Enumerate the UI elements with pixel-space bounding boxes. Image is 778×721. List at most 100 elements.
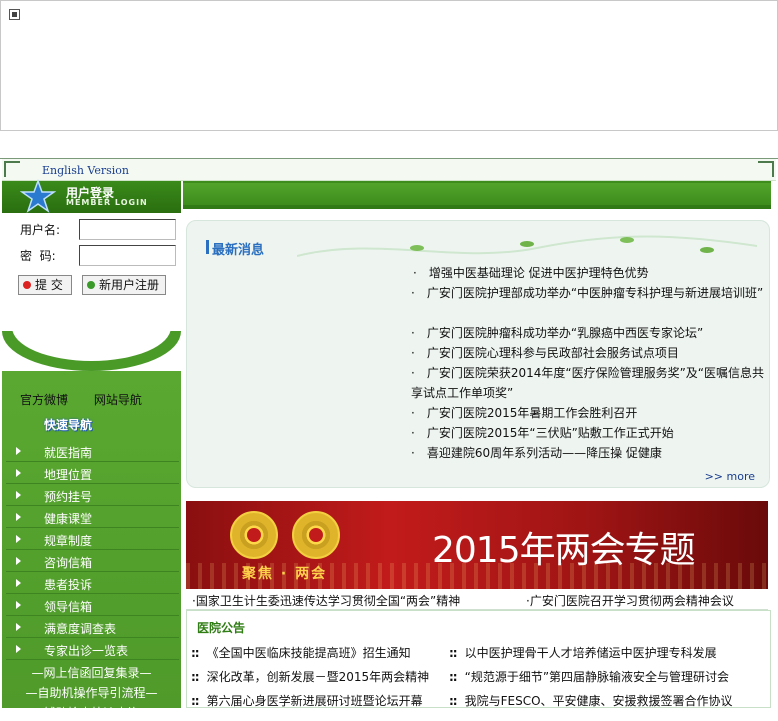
bullet: ·	[411, 366, 415, 380]
bullet: ·	[411, 446, 415, 460]
nav-item-label: 预约挂号	[44, 490, 93, 504]
notices-title: 医院公告	[197, 621, 246, 635]
top-banner	[0, 0, 778, 131]
submit-icon	[23, 281, 31, 289]
latest-news-title: 最新消息	[205, 239, 264, 258]
nav-item-label: 健康课堂	[44, 512, 93, 526]
news-item[interactable]: · 增强中医基础理论 促进中医护理特色优势	[413, 263, 767, 283]
nav-item-label: 咨询信箱	[44, 556, 93, 570]
marker: ::	[449, 646, 458, 660]
login-subtitle: MEMBER LOGIN	[66, 198, 148, 207]
bullet: ·	[411, 286, 415, 300]
password-input[interactable]	[79, 245, 176, 266]
weibo-link[interactable]: 官方微博	[20, 393, 68, 407]
left-column: 用户登录 MEMBER LOGIN 用户名: 密 码: 提 交 新用户注册 官方…	[2, 179, 181, 720]
news-item-label: 广安门医院护理部成功举办“中医肿瘤专科护理与新进展培训班”	[426, 286, 764, 300]
english-version-link[interactable]: English Version	[42, 164, 129, 177]
arrow-right-icon	[16, 623, 21, 631]
nav-item[interactable]: 领导信箱	[6, 595, 179, 616]
cppcc-emblem-icon	[292, 511, 340, 559]
sitemap-link[interactable]: 网站导航	[94, 393, 142, 407]
arrow-right-icon	[16, 535, 21, 543]
nav-item[interactable]: 健康课堂	[6, 507, 179, 528]
nav-item-label: 领导信箱	[44, 600, 93, 614]
more-link[interactable]: >> more	[705, 470, 755, 483]
nav-item-label: 患者投诉	[44, 578, 93, 592]
bullet: ·	[411, 346, 415, 360]
news-item-label: 广安门医院2015年“三伏贴”贴敷工作正式开始	[426, 426, 674, 440]
nav-item-label: 专家出诊一览表	[44, 644, 129, 658]
arrow-right-icon	[16, 513, 21, 521]
bullet: ·	[413, 266, 417, 280]
news-item-label: 喜迎建院60周年系列活动——降压操 促健康	[426, 446, 662, 460]
notice-item[interactable]: :: 第六届心身医学新进展研讨班暨论坛开幕	[191, 692, 423, 709]
login-form: 用户名: 密 码: 提 交 新用户注册	[2, 213, 181, 371]
arrow-right-icon	[16, 645, 21, 653]
vine-decoration	[297, 235, 757, 257]
national-emblem-icon	[230, 511, 278, 559]
latest-news-panel: 最新消息 · 增强中医基础理论 促进中医护理特色优势 · 广安门医院护理部成功举办“…	[186, 220, 770, 488]
register-button[interactable]: 新用户注册	[82, 275, 166, 295]
arrow-right-icon	[16, 601, 21, 609]
top-bar: English Version	[2, 159, 776, 181]
banner-links: ·国家卫生计生委迅速传达学习贯彻全国“两会”精神 ·广安门医院召开学习贯彻两会精…	[186, 590, 768, 610]
password-label: 密 码:	[20, 249, 56, 263]
register-label: 新用户注册	[99, 278, 160, 292]
banner-link[interactable]: ·国家卫生计生委迅速传达学习贯彻全国“两会”精神	[192, 592, 460, 609]
bullet: ·	[411, 426, 415, 440]
arrow-right-icon	[16, 491, 21, 499]
two-sessions-banner[interactable]: 聚焦 · 两会 2015年两会专题	[186, 501, 768, 589]
news-item[interactable]: · 广安门医院荣获2014年度“医疗保险管理服务奖”及“医嘱信息共享试点工作单项奖…	[411, 363, 765, 403]
username-label: 用户名:	[20, 223, 61, 237]
notice-item[interactable]: :: 深化改革，创新发展－暨2015年两会精神	[191, 668, 429, 685]
banner-title: 2015年两会专题	[432, 530, 696, 571]
nav-item[interactable]: 预约挂号	[6, 485, 179, 506]
notice-item[interactable]: :: 以中医护理骨干人才培养储运中医护理专科发展	[449, 644, 717, 661]
letters-reply-link[interactable]: —网上信函回复集录—	[2, 664, 181, 681]
news-item[interactable]: · 喜迎建院60周年系列活动——降压操 促健康	[411, 443, 765, 463]
notice-label: 深化改革，创新发展－暨2015年两会精神	[206, 670, 430, 684]
quick-nav-title: 快速导航	[44, 418, 93, 432]
nav-item[interactable]: 满意度调查表	[6, 617, 179, 638]
nav-item-label: 满意度调查表	[44, 622, 117, 636]
news-item[interactable]: · 广安门医院肿瘤科成功举办“乳腺癌中西医专家论坛”	[411, 323, 765, 343]
corner-ornament-left	[4, 161, 20, 177]
nav-item[interactable]: 专家出诊一览表	[6, 639, 179, 660]
notice-label: 以中医护理骨干人才培养储运中医护理专科发展	[464, 646, 717, 660]
news-item-label: 增强中医基础理论 促进中医护理特色优势	[428, 266, 649, 280]
banner-link[interactable]: ·广安门医院召开学习贯彻两会精神会议	[526, 592, 734, 609]
star-icon	[20, 179, 56, 213]
marker: ::	[191, 646, 200, 660]
nav-item[interactable]: 患者投诉	[6, 573, 179, 594]
nav-item[interactable]: 规章制度	[6, 529, 179, 550]
marker: ::	[449, 670, 458, 684]
news-item-label: 广安门医院荣获2014年度“医疗保险管理服务奖”及“医嘱信息共享试点工作单项奖”	[411, 366, 765, 400]
hospital-notices: 医院公告 :: 《全国中医临床技能提高班》招生通知 :: 以中医护理骨干人才培养储运…	[186, 610, 771, 708]
news-item-label: 广安门医院肿瘤科成功举办“乳腺癌中西医专家论坛”	[426, 326, 704, 340]
nav-item[interactable]: 地理位置	[6, 463, 179, 484]
submit-button[interactable]: 提 交	[18, 275, 72, 295]
notice-item[interactable]: :: 我院与FESCO、平安健康、安援救援签署合作协议	[449, 692, 733, 709]
bullet: ·	[411, 406, 415, 420]
main-column: 最新消息 · 增强中医基础理论 促进中医护理特色优势 · 广安门医院护理部成功举办“…	[183, 181, 774, 708]
news-item[interactable]: · 广安门医院2015年“三伏贴”贴敷工作正式开始	[411, 423, 765, 443]
notice-item[interactable]: :: “规范源于细节”第四届静脉输液安全与管理研讨会	[449, 668, 729, 685]
news-item[interactable]: · 广安门医院心理科参与民政部社会服务试点项目	[411, 343, 765, 363]
notice-label: 《全国中医临床技能提高班》招生通知	[206, 646, 411, 660]
main-top-bar	[183, 181, 771, 209]
page-frame: English Version 用户登录 MEMBER LOGIN 用户名: 密…	[0, 158, 778, 720]
news-item[interactable]: · 广安门医院护理部成功举办“中医肿瘤专科护理与新进展培训班”	[411, 283, 765, 303]
notice-label: 第六届心身医学新进展研讨班暨论坛开幕	[206, 694, 423, 708]
navigation-panel: 官方微博 网站导航 快速导航 就医指南 地理位置 预约挂号 健康课堂 规章制度 …	[2, 371, 181, 720]
arrow-right-icon	[16, 469, 21, 477]
username-input[interactable]	[79, 219, 176, 240]
nav-item[interactable]: 咨询信箱	[6, 551, 179, 572]
news-item[interactable]: · 广安门医院2015年暑期工作会胜利召开	[411, 403, 765, 423]
register-icon	[87, 281, 95, 289]
kiosk-guide-link[interactable]: —自助机操作导引流程—	[2, 684, 181, 701]
arrow-right-icon	[16, 447, 21, 455]
notice-item[interactable]: :: 《全国中医临床技能提高班》招生通知	[191, 644, 411, 661]
nav-item-label: 地理位置	[44, 468, 93, 482]
marker: ::	[191, 670, 200, 684]
nav-item[interactable]: 就医指南	[6, 441, 179, 462]
